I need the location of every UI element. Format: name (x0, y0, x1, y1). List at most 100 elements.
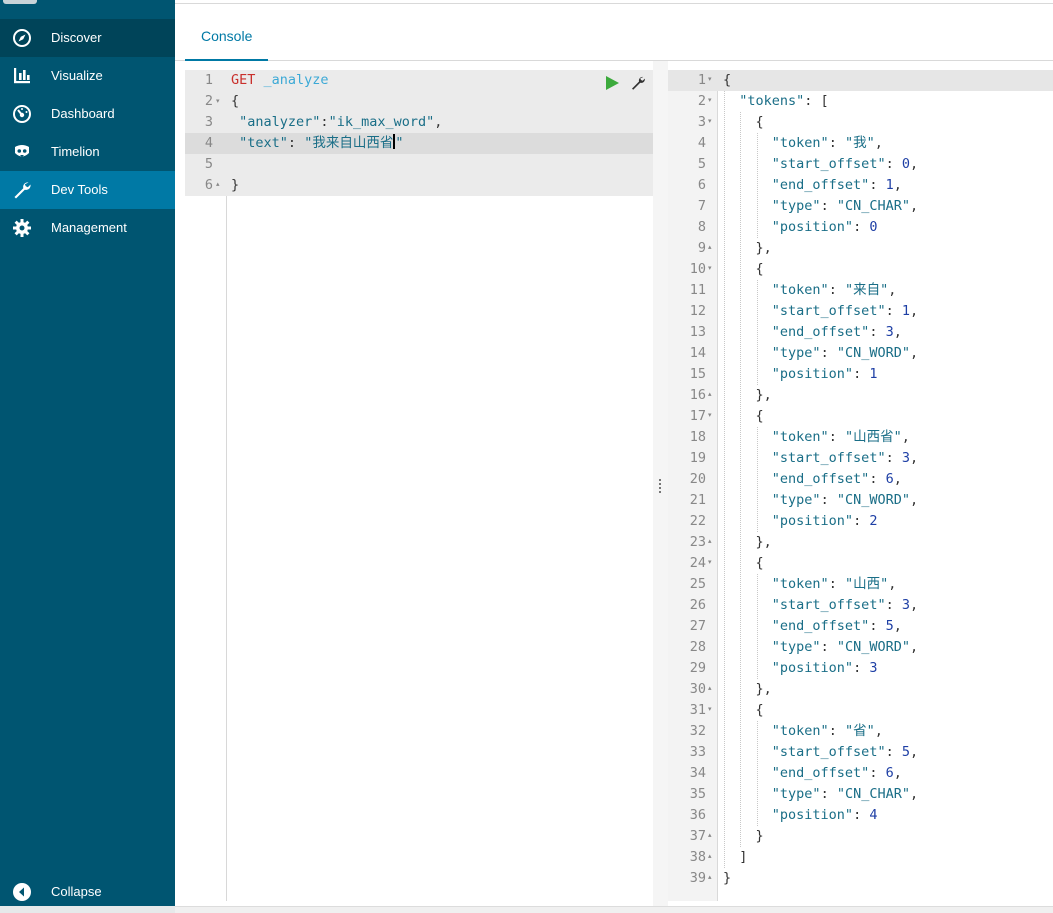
response-line: "end_offset": 6, (771, 765, 902, 781)
line-number: 25 (689, 576, 706, 592)
response-line: "start_offset": 3, (771, 597, 919, 613)
play-icon[interactable] (605, 76, 619, 90)
response-line: "position": 0 (771, 219, 878, 235)
fold-toggle-icon[interactable]: ▴ (708, 243, 712, 251)
line-number: 5 (697, 156, 706, 172)
json-colon: : (287, 135, 305, 151)
response-line: { (723, 555, 764, 571)
line-number: 37 (689, 828, 706, 844)
response-line: "type": "CN_CHAR", (771, 786, 919, 802)
response-line: "token": "我", (771, 135, 883, 151)
response-line: "position": 4 (771, 807, 878, 823)
line-number: 35 (689, 786, 706, 802)
response-line: "start_offset": 3, (771, 450, 919, 466)
fold-toggle-icon[interactable]: ▾ (708, 411, 712, 419)
sidebar-item-dev-tools[interactable]: Dev Tools (0, 171, 175, 209)
response-line: "end_offset": 6, (771, 471, 902, 487)
response-line: }, (723, 387, 772, 403)
fold-toggle-icon[interactable]: ▴ (708, 684, 712, 692)
kibana-logo[interactable] (3, 0, 37, 4)
json-colon: : (320, 114, 329, 130)
json-key: "text" (239, 135, 288, 151)
response-line: ] (723, 849, 748, 865)
request-line-2[interactable]: { (231, 91, 239, 112)
fold-toggle-icon[interactable]: ▾ (708, 558, 712, 566)
sidebar: Discover Visualize Dashboard Timelion De… (0, 0, 175, 913)
line-number: 30 (689, 681, 706, 697)
line-number: 13 (689, 324, 706, 340)
response-line: { (723, 408, 764, 424)
sidebar-item-timelion[interactable]: Timelion (0, 133, 175, 171)
json-key: "analyzer" (239, 114, 321, 130)
tab-console[interactable]: Console (185, 4, 268, 61)
response-line: "type": "CN_WORD", (771, 492, 919, 508)
devtools-tabbar: Console (175, 4, 1053, 61)
sidebar-item-dashboard[interactable]: Dashboard (0, 95, 175, 133)
line-number: 8 (697, 219, 706, 235)
line-number: 22 (689, 513, 706, 529)
line-number: 31 (689, 702, 706, 718)
response-line: } (723, 870, 732, 886)
line-number: 14 (689, 345, 706, 361)
request-line-4[interactable]: "text": "我来自山西省 " (231, 133, 403, 154)
response-line: "token": "山西省", (771, 429, 910, 445)
line-number: 32 (689, 723, 706, 739)
fold-toggle-icon[interactable]: ▾ (708, 705, 712, 713)
fold-toggle-icon[interactable]: ▾ (216, 97, 220, 105)
request-line-6[interactable]: } (231, 175, 239, 196)
fold-toggle-icon[interactable]: ▴ (216, 180, 220, 188)
collapse-arrow-icon (13, 883, 31, 901)
fold-toggle-icon[interactable]: ▾ (708, 117, 712, 125)
line-number: 36 (689, 807, 706, 823)
request-url: _analyze (263, 72, 329, 88)
response-line: { (723, 72, 732, 88)
tab-console-label: Console (201, 28, 253, 44)
response-line: "start_offset": 0, (771, 156, 919, 172)
wrench-icon[interactable] (630, 75, 646, 91)
line-number: 9 (697, 240, 706, 256)
line-number: 19 (689, 450, 706, 466)
line-number: 26 (689, 597, 706, 613)
response-line: "start_offset": 1, (771, 303, 919, 319)
resizer-grip-icon (659, 479, 661, 493)
request-line-1[interactable]: GET _analyze (231, 70, 329, 91)
response-line: "token": "山西", (771, 576, 897, 592)
dashboard-gauge-icon (13, 105, 31, 123)
line-number: 28 (689, 639, 706, 655)
line-number: 10 (689, 261, 706, 277)
bar-chart-icon (14, 68, 30, 84)
line-number: 1 (204, 72, 213, 88)
line-number: 6 (204, 177, 213, 193)
line-number: 20 (689, 471, 706, 487)
sidebar-item-label: Visualize (51, 68, 103, 83)
response-line: "position": 2 (771, 513, 878, 529)
line-number: 1 (697, 72, 706, 88)
json-value: "我来自山西省 (304, 135, 394, 151)
sidebar-item-discover[interactable]: Discover (0, 19, 175, 57)
sidebar-item-management[interactable]: Management (0, 209, 175, 247)
fold-toggle-icon[interactable]: ▾ (708, 264, 712, 272)
fold-toggle-icon[interactable]: ▾ (708, 96, 712, 104)
fold-toggle-icon[interactable]: ▴ (708, 852, 712, 860)
sidebar-item-label: Dev Tools (51, 182, 108, 197)
request-line-3[interactable]: "analyzer":"ik_max_word", (231, 112, 442, 133)
line-number: 4 (697, 135, 706, 151)
response-line: "end_offset": 5, (771, 618, 902, 634)
response-line: "type": "CN_WORD", (771, 639, 919, 655)
line-number: 4 (204, 135, 213, 151)
line-number: 12 (689, 303, 706, 319)
line-number: 7 (697, 198, 706, 214)
response-line: "tokens": [ (739, 93, 829, 109)
panel-resizer[interactable] (653, 61, 668, 906)
fold-toggle-icon[interactable]: ▴ (708, 831, 712, 839)
fold-toggle-icon[interactable]: ▾ (708, 75, 712, 83)
fold-toggle-icon[interactable]: ▴ (708, 873, 712, 881)
collapse-label: Collapse (51, 884, 102, 899)
response-line: }, (723, 240, 772, 256)
fold-toggle-icon[interactable]: ▴ (708, 537, 712, 545)
response-line: }, (723, 681, 772, 697)
line-number: 2 (697, 93, 706, 109)
gear-icon (13, 219, 31, 237)
fold-toggle-icon[interactable]: ▴ (708, 390, 712, 398)
sidebar-item-visualize[interactable]: Visualize (0, 57, 175, 95)
